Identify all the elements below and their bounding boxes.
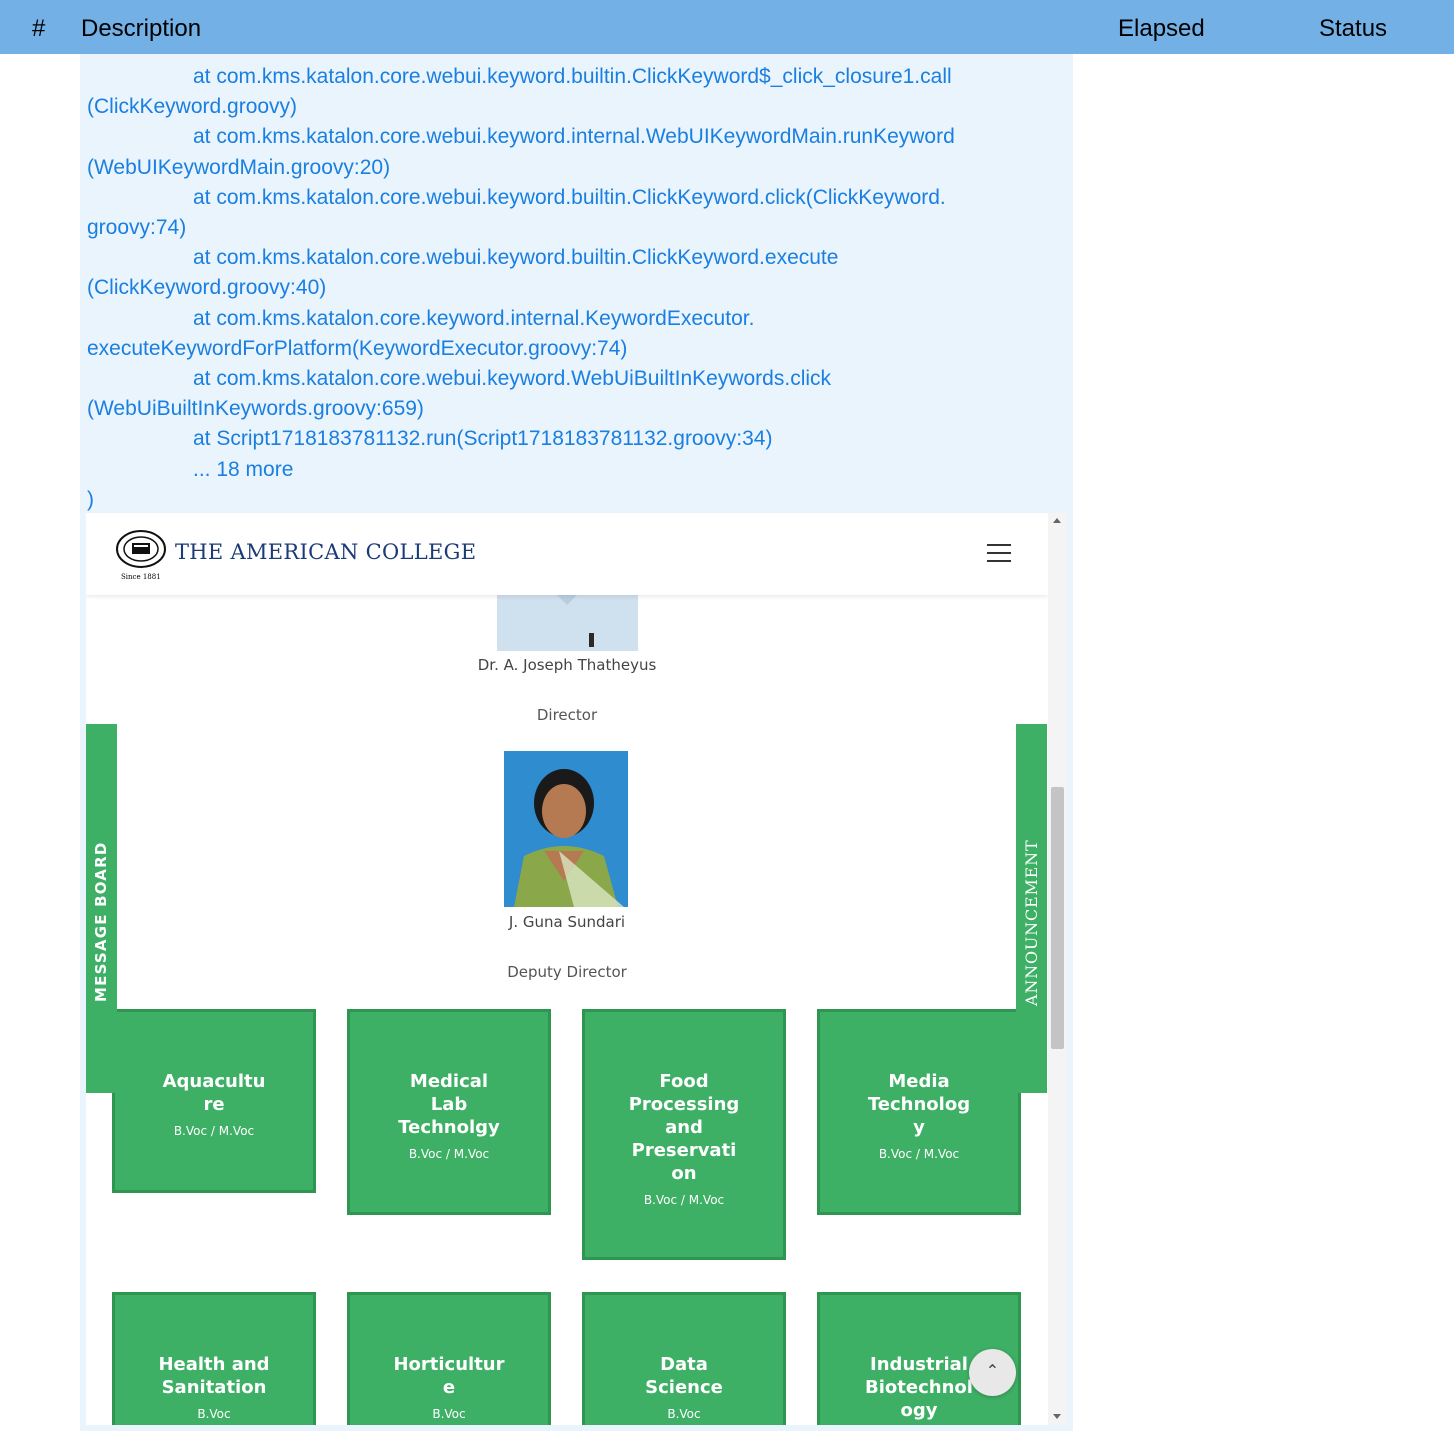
course-degree: B.Voc / M.Voc xyxy=(643,1193,725,1207)
course-degree: B.Voc xyxy=(667,1407,701,1421)
column-header-elapsed[interactable]: Elapsed xyxy=(1118,15,1205,43)
course-degree: B.Voc / M.Voc xyxy=(173,1124,255,1138)
stack-trace: at com.kms.katalon.core.webui.keyword.bu… xyxy=(87,62,1071,515)
site-navbar: Since 1881 THE AMERICAN COLLEGE xyxy=(86,513,1048,595)
deputy-director-photo xyxy=(504,751,628,907)
course-card-food-processing[interactable]: Food Processing and Preservation B.Voc /… xyxy=(582,1009,786,1260)
logo-since-label: Since 1881 xyxy=(121,573,161,581)
log-line: executeKeywordForPlatform(KeywordExecuto… xyxy=(87,336,628,360)
scroll-thumb[interactable] xyxy=(1051,787,1064,1049)
course-degree: B.Voc / M.Voc xyxy=(408,1147,490,1161)
log-line: at com.kms.katalon.core.keyword.internal… xyxy=(193,306,755,330)
course-title: Industrial Biotechnology xyxy=(865,1354,973,1421)
course-card-media-technology[interactable]: Media Technology B.Voc / M.Voc xyxy=(817,1009,1021,1215)
logo-wordmark[interactable]: THE AMERICAN COLLEGE xyxy=(175,540,476,564)
vertical-scrollbar[interactable] xyxy=(1048,513,1067,1425)
column-header-status[interactable]: Status xyxy=(1319,15,1387,43)
column-header-hash: # xyxy=(32,15,46,42)
log-line: groovy:74) xyxy=(87,216,187,240)
log-line: (WebUIKeywordMain.groovy:20) xyxy=(87,155,391,179)
deputy-director-name: J. Guna Sundari xyxy=(508,913,626,931)
hamburger-icon[interactable] xyxy=(987,544,1011,562)
course-title: Data Science xyxy=(645,1354,723,1398)
course-card-aquaculture[interactable]: Aquaculture B.Voc / M.Voc xyxy=(112,1009,316,1193)
log-line: at com.kms.katalon.core.webui.keyword.bu… xyxy=(193,65,952,88)
scroll-down-arrow-icon[interactable] xyxy=(1053,1414,1061,1419)
log-line: ) xyxy=(87,487,94,511)
announcement-tab[interactable]: ANNOUNCEMENT xyxy=(1016,724,1047,1093)
log-line: at com.kms.katalon.core.webui.keyword.bu… xyxy=(193,246,839,270)
log-line: (ClickKeyword.groovy) xyxy=(87,95,298,119)
course-title: Food Processing and Preservation xyxy=(628,1071,740,1184)
report-table-header: # Description Elapsed Status xyxy=(0,0,1454,54)
college-seal-icon xyxy=(116,530,166,568)
director-role: Director xyxy=(536,706,598,724)
log-line: at com.kms.katalon.core.webui.keyword.We… xyxy=(193,367,832,391)
log-line: at com.kms.katalon.core.webui.keyword.in… xyxy=(193,125,955,149)
log-line: ... 18 more xyxy=(193,457,294,481)
course-card-health-and-sanitation[interactable]: Health and Sanitation B.Voc xyxy=(112,1292,316,1425)
course-title: Aquaculture xyxy=(162,1071,266,1115)
course-card-horticulture[interactable]: Horticulture B.Voc xyxy=(347,1292,551,1425)
director-photo xyxy=(497,595,638,651)
log-line: (WebUiBuiltInKeywords.groovy:659) xyxy=(87,397,424,421)
message-board-tab[interactable]: MESSAGE BOARD xyxy=(86,724,117,1093)
course-title: Media Technology xyxy=(867,1071,971,1138)
log-line: at Script1718183781132.run(Script1718183… xyxy=(193,427,773,451)
scroll-up-arrow-icon[interactable] xyxy=(1053,518,1061,523)
course-title: Horticulture xyxy=(393,1354,505,1398)
course-degree: B.Voc xyxy=(432,1407,466,1421)
message-board-label: MESSAGE BOARD xyxy=(92,841,110,1003)
course-degree: B.Voc / M.Voc xyxy=(878,1147,960,1161)
log-line: at com.kms.katalon.core.webui.keyword.bu… xyxy=(193,185,946,209)
course-card-medical-lab-technology[interactable]: Medical Lab Technolgy B.Voc / M.Voc xyxy=(347,1009,551,1215)
embedded-screenshot[interactable]: Since 1881 THE AMERICAN COLLEGE Dr. A. J… xyxy=(86,513,1067,1425)
course-degree: B.Voc xyxy=(197,1407,231,1421)
course-card-data-science[interactable]: Data Science B.Voc xyxy=(582,1292,786,1425)
announcement-label: ANNOUNCEMENT xyxy=(1022,839,1041,1006)
course-title: Health and Sanitation xyxy=(158,1354,270,1398)
director-name: Dr. A. Joseph Thatheyus xyxy=(477,656,657,674)
column-header-description[interactable]: Description xyxy=(81,15,201,43)
deputy-director-role: Deputy Director xyxy=(507,963,627,981)
chevron-up-icon[interactable]: ⌃ xyxy=(969,1349,1016,1396)
course-title: Medical Lab Technolgy xyxy=(398,1071,500,1138)
log-line: (ClickKeyword.groovy:40) xyxy=(87,276,327,300)
